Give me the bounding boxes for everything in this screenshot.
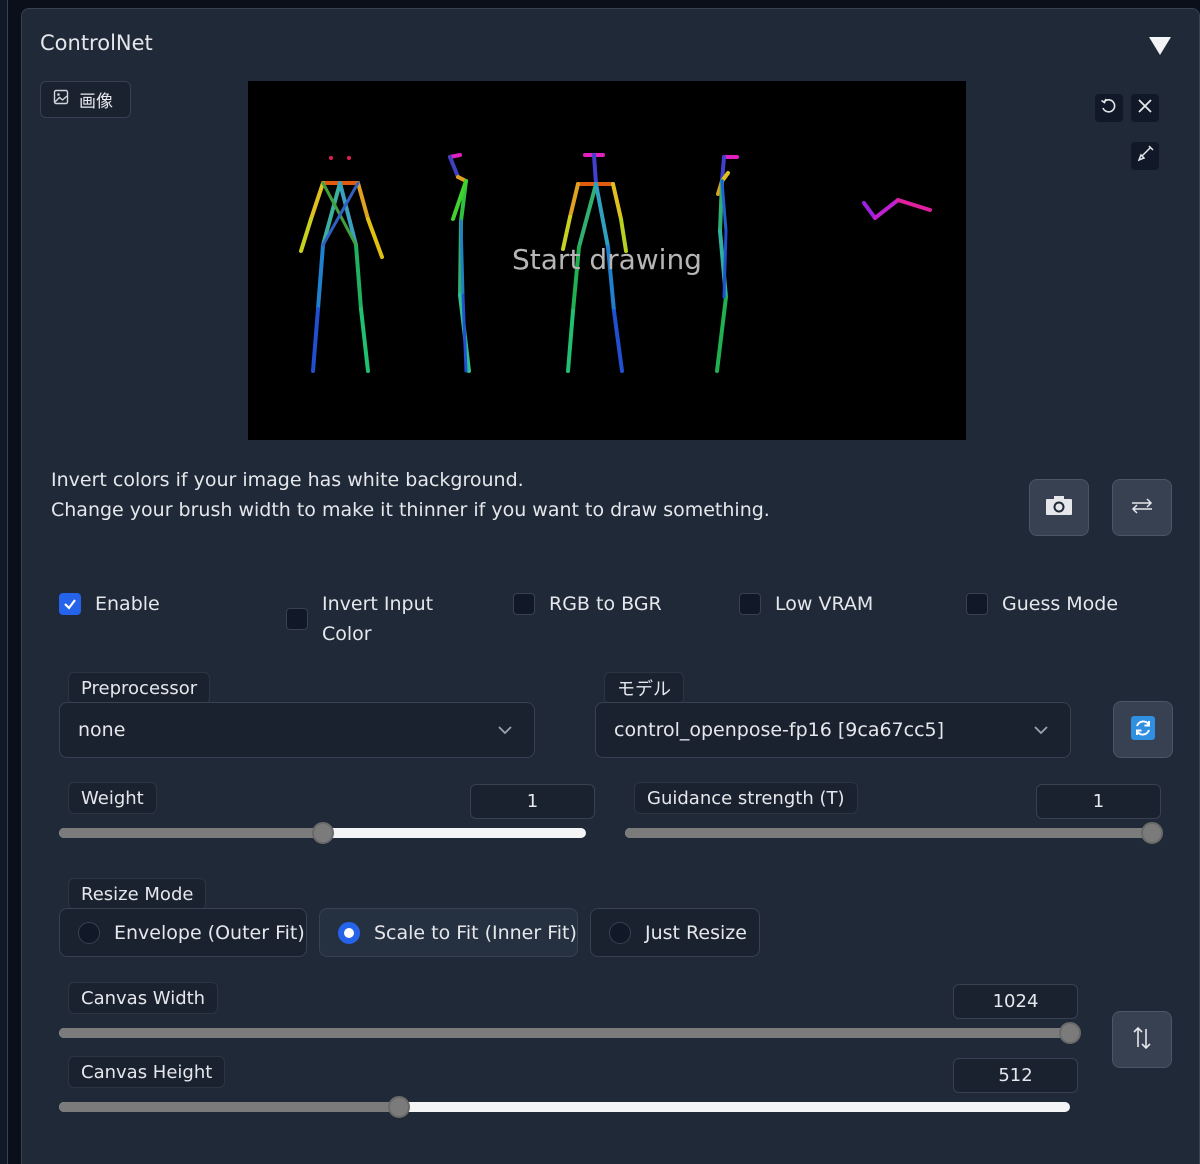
image-tab[interactable]: 画像 <box>40 81 131 118</box>
low-vram-label: Low VRAM <box>775 593 874 615</box>
guidance-label: Guidance strength (T) <box>634 782 858 814</box>
canvas-height-label: Canvas Height <box>68 1056 226 1088</box>
guidance-slider[interactable] <box>625 822 1163 844</box>
swap-vertical-icon <box>1132 1025 1152 1055</box>
canvas-width-slider[interactable] <box>59 1022 1081 1044</box>
instruction-line-2: Change your brush width to make it thinn… <box>51 499 770 521</box>
guidance-input[interactable]: 1 <box>1036 784 1161 819</box>
rgb-bgr-label: RGB to BGR <box>549 593 662 615</box>
camera-button[interactable] <box>1029 479 1089 536</box>
canvas-width-label: Canvas Width <box>68 982 219 1014</box>
canvas-height-slider-fill <box>59 1102 399 1112</box>
swap-dimensions-button[interactable] <box>1112 1011 1172 1068</box>
left-sidebar-edge <box>0 0 8 1164</box>
resize-option-envelope[interactable]: Envelope (Outer Fit) <box>59 908 307 957</box>
undo-button[interactable] <box>1095 94 1123 122</box>
weight-input[interactable]: 1 <box>470 784 595 819</box>
invert-label: Invert Input Color <box>322 589 433 649</box>
resize-option-envelope-label: Envelope (Outer Fit) <box>114 921 305 944</box>
model-dropdown[interactable]: control_openpose-fp16 [9ca67cc5] <box>595 702 1071 758</box>
guess-mode-checkbox[interactable]: Guess Mode <box>966 589 1118 619</box>
checkbox-guess-mode[interactable] <box>966 593 988 615</box>
instructions: Invert colors if your image has white ba… <box>51 465 770 525</box>
rgb-to-bgr-checkbox[interactable]: RGB to BGR <box>513 589 662 619</box>
panel-title: ControlNet <box>40 31 153 55</box>
weight-slider[interactable] <box>59 822 586 844</box>
checkbox-invert[interactable] <box>286 608 308 630</box>
collapse-icon[interactable] <box>1149 37 1171 55</box>
chevron-down-icon <box>496 721 514 744</box>
refresh-icon <box>1131 715 1155 744</box>
invert-label-line-2: Color <box>322 623 372 645</box>
close-icon <box>1137 98 1153 118</box>
resize-mode-label: Resize Mode <box>68 878 207 910</box>
clear-button[interactable] <box>1131 94 1159 122</box>
camera-icon <box>1045 495 1073 521</box>
radio-envelope[interactable] <box>78 921 100 944</box>
canvas-width-slider-fill <box>59 1028 1070 1038</box>
preprocessor-dropdown[interactable]: none <box>59 702 535 758</box>
canvas-height-slider-thumb[interactable] <box>387 1096 410 1118</box>
low-vram-checkbox[interactable]: Low VRAM <box>739 589 873 619</box>
enable-checkbox[interactable]: Enable <box>59 589 160 619</box>
resize-option-just-resize[interactable]: Just Resize <box>590 908 760 957</box>
radio-scale-to-fit[interactable] <box>338 921 360 944</box>
canvas-width-input[interactable]: 1024 <box>953 984 1078 1019</box>
brush-icon <box>1136 145 1154 167</box>
resize-option-scale-to-fit[interactable]: Scale to Fit (Inner Fit) <box>319 908 578 957</box>
refresh-models-button[interactable] <box>1113 701 1173 758</box>
checkbox-low-vram[interactable] <box>739 593 761 615</box>
canvas-height-input[interactable]: 512 <box>953 1058 1078 1093</box>
drawing-canvas[interactable]: Start drawing <box>248 81 966 440</box>
controlnet-panel: ControlNet 画像 Start drawing Invert color… <box>21 8 1200 1164</box>
instruction-line-1: Invert colors if your image has white ba… <box>51 469 524 491</box>
preprocessor-label: Preprocessor <box>68 672 211 704</box>
weight-slider-fill <box>59 828 323 838</box>
invert-label-line-1: Invert Input <box>322 593 434 615</box>
model-value: control_openpose-fp16 [9ca67cc5] <box>614 719 945 741</box>
radio-just-resize[interactable] <box>609 921 631 944</box>
preprocessor-value: none <box>78 719 126 741</box>
chevron-down-icon <box>1032 721 1050 744</box>
undo-icon <box>1100 97 1118 119</box>
swap-icon <box>1129 497 1155 519</box>
resize-option-scale-label: Scale to Fit (Inner Fit) <box>374 921 577 944</box>
weight-slider-thumb[interactable] <box>311 822 334 844</box>
image-tab-label: 画像 <box>79 92 113 112</box>
guidance-slider-fill <box>625 828 1152 838</box>
guidance-slider-thumb[interactable] <box>1141 822 1163 844</box>
checkbox-rgb-bgr[interactable] <box>513 593 535 615</box>
image-icon <box>53 89 69 110</box>
enable-label: Enable <box>95 593 160 615</box>
weight-label: Weight <box>68 782 157 814</box>
invert-input-color-checkbox[interactable]: Invert Input Color <box>286 589 433 649</box>
resize-option-just-label: Just Resize <box>645 921 747 944</box>
pose-fragment <box>862 198 932 220</box>
canvas-placeholder: Start drawing <box>512 243 702 276</box>
swap-button[interactable] <box>1112 479 1172 536</box>
guess-mode-label: Guess Mode <box>1002 593 1119 615</box>
canvas-width-slider-thumb[interactable] <box>1059 1022 1081 1044</box>
checkbox-enable[interactable] <box>59 593 81 615</box>
model-label: モデル <box>604 672 684 704</box>
brush-button[interactable] <box>1131 142 1159 170</box>
canvas-height-slider[interactable] <box>59 1096 1070 1118</box>
